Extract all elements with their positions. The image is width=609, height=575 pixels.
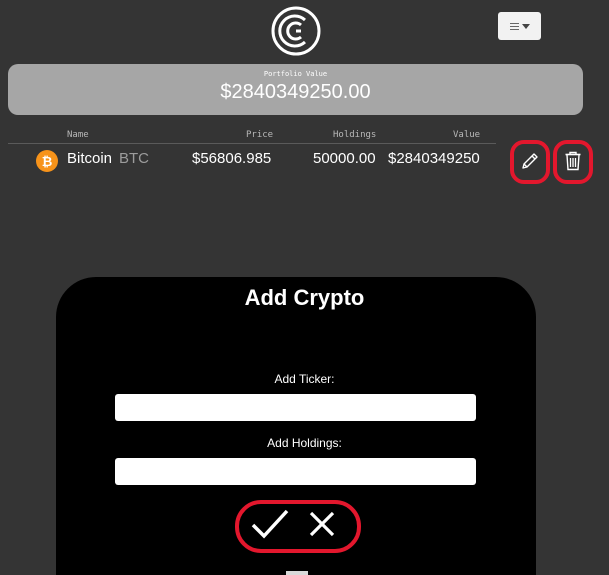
bitcoin-icon: ₿ [36,150,58,172]
menu-dropdown-button[interactable] [498,12,541,40]
holdings-input[interactable] [115,458,476,485]
coin-ticker: BTC [119,150,149,167]
holdings-label: Add Holdings: [267,436,342,450]
app-logo-icon [270,5,322,57]
delete-button[interactable] [553,140,593,184]
coin-name: Bitcoin [67,150,113,167]
hamburger-icon [509,22,519,30]
coin-holdings: 50000.00 [313,150,376,167]
portfolio-value-amount: $2840349250.00 [220,81,371,103]
caret-down-icon [521,23,530,29]
portfolio-value-panel: Portfolio Value $2840349250.00 [8,64,583,115]
confirm-button[interactable] [250,506,290,544]
close-icon [307,511,337,542]
column-header-value: Value [453,130,481,140]
column-header-name: Name [67,130,89,140]
column-header-holdings: Holdings [333,130,377,140]
coin-value: $2840349250 [388,150,480,167]
column-header-price: Price [246,130,274,140]
coin-price: $56806.985 [192,150,272,167]
edit-button[interactable] [510,140,550,184]
checkmark-icon [250,509,290,544]
table-divider [8,143,496,144]
ticker-label: Add Ticker: [274,372,335,386]
trash-icon [564,151,582,174]
scroll-indicator [286,571,308,575]
cancel-button[interactable] [306,508,338,542]
edit-pencil-icon [520,151,540,174]
ticker-input[interactable] [115,394,476,421]
modal-title: Add Crypto [244,285,365,310]
portfolio-value-label: Portfolio Value [263,70,328,78]
